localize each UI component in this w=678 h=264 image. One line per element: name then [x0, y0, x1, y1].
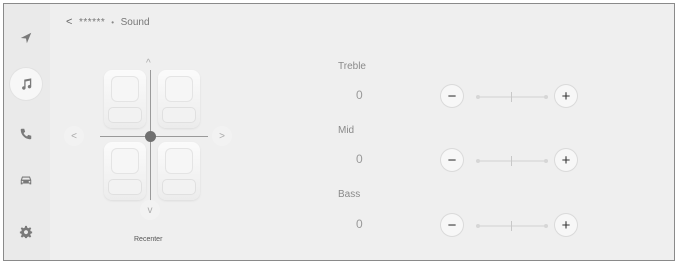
- sidebar-item-phone[interactable]: [10, 118, 42, 150]
- balance-fader-control[interactable]: ^ v < >: [64, 56, 240, 246]
- bass-plus-button[interactable]: +: [555, 214, 577, 236]
- sidebar-item-navigation[interactable]: [10, 22, 42, 54]
- treble-value: 0: [356, 88, 363, 102]
- sidebar: [4, 4, 50, 260]
- fader-down-button[interactable]: v: [140, 200, 160, 220]
- balance-position-handle[interactable]: [145, 131, 156, 142]
- bass-label: Bass: [338, 189, 361, 200]
- sidebar-item-audio[interactable]: [10, 68, 42, 100]
- treble-plus-button[interactable]: +: [555, 85, 577, 107]
- bass-minus-button[interactable]: −: [441, 214, 463, 236]
- treble-slider[interactable]: [476, 92, 548, 102]
- mid-plus-button[interactable]: +: [555, 149, 577, 171]
- breadcrumb-separator: •: [111, 17, 115, 27]
- car-icon: [20, 176, 32, 185]
- treble-label: Treble: [338, 61, 366, 72]
- balance-right-button[interactable]: >: [212, 126, 232, 146]
- seat-front-left: [104, 70, 146, 128]
- page-title: Sound: [120, 16, 150, 28]
- sound-settings-screen: < ****** • Sound ^ v < > Recenter Treble…: [3, 3, 675, 261]
- sidebar-item-settings[interactable]: [10, 216, 42, 248]
- sidebar-item-vehicle[interactable]: [10, 164, 42, 196]
- navigation-arrow-icon: [20, 32, 32, 44]
- mid-minus-button[interactable]: −: [441, 149, 463, 171]
- breadcrumb-path[interactable]: ******: [79, 17, 105, 28]
- seat-rear-right: [158, 142, 200, 200]
- seat-front-right: [158, 70, 200, 128]
- gear-icon: [19, 225, 33, 239]
- bass-value: 0: [356, 217, 363, 231]
- seat-rear-left: [104, 142, 146, 200]
- mid-label: Mid: [338, 125, 355, 136]
- music-note-icon: [22, 78, 32, 90]
- treble-minus-button[interactable]: −: [441, 85, 463, 107]
- phone-icon: [20, 128, 32, 140]
- back-button[interactable]: <: [66, 16, 73, 28]
- fader-up-arrow[interactable]: ^: [146, 58, 151, 69]
- recenter-button[interactable]: Recenter: [134, 236, 162, 243]
- balance-left-button[interactable]: <: [64, 126, 84, 146]
- mid-value: 0: [356, 152, 363, 166]
- bass-slider[interactable]: [476, 221, 548, 231]
- mid-slider[interactable]: [476, 156, 548, 166]
- breadcrumb: < ****** • Sound: [66, 16, 150, 28]
